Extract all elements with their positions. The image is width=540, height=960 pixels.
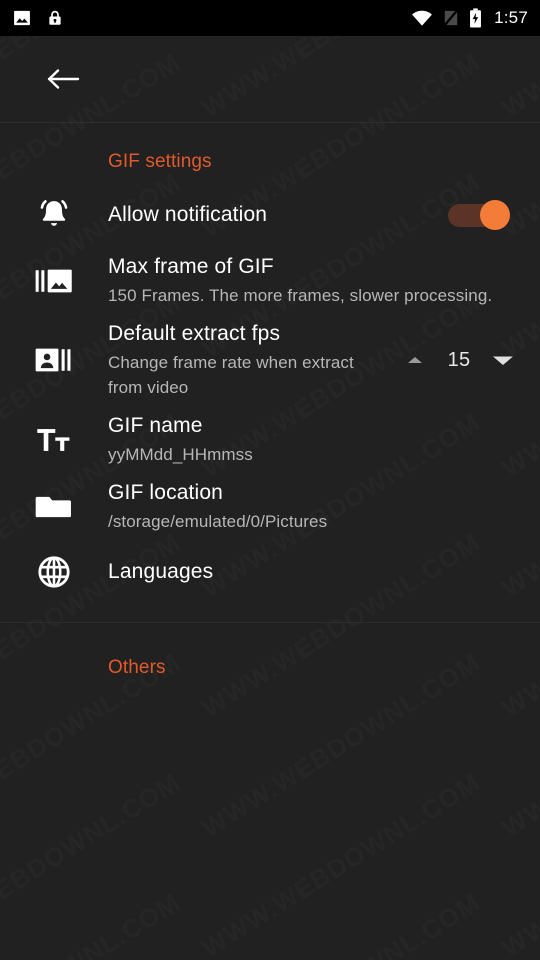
setting-text-block: Languages — [108, 558, 524, 586]
status-bar: 1:57 — [0, 0, 540, 36]
wifi-icon — [411, 9, 433, 27]
status-bar-system-icons: 1:57 — [411, 8, 528, 28]
setting-title: Default extract fps — [108, 322, 281, 345]
battery-charging-icon — [469, 8, 482, 28]
back-arrow-icon — [47, 69, 80, 89]
setting-text-block: GIF name yyMMdd_HHmmss — [108, 412, 524, 467]
setting-row-gif-location[interactable]: GIF location /storage/emulated/0/Picture… — [0, 473, 540, 540]
app-toolbar — [0, 36, 540, 123]
allow-notification-toggle[interactable] — [448, 200, 510, 230]
setting-row-languages[interactable]: Languages — [0, 540, 540, 604]
setting-row-max-frame[interactable]: Max frame of GIF 150 Frames. The more fr… — [0, 247, 540, 314]
section-header-gif-settings: GIF settings — [108, 151, 212, 172]
screenshot-image-icon — [12, 8, 32, 28]
fps-value: 15 — [447, 348, 471, 371]
settings-content: GIF settings Allow notification Max fram… — [0, 123, 540, 689]
text-format-icon — [0, 425, 108, 455]
setting-text-block: Max frame of GIF 150 Frames. The more fr… — [108, 253, 524, 308]
burst-portrait-icon — [0, 345, 108, 375]
globe-language-icon — [0, 555, 108, 589]
screen-lock-icon — [46, 8, 64, 28]
chevron-up-icon — [408, 357, 422, 363]
setting-row-gif-name[interactable]: GIF name yyMMdd_HHmmss — [0, 406, 540, 473]
setting-subtitle: /storage/emulated/0/Pictures — [108, 512, 328, 531]
notifications-bell-icon — [0, 196, 108, 234]
folder-icon — [0, 492, 108, 522]
no-sim-signal-icon — [443, 9, 459, 27]
setting-text-block: GIF location /storage/emulated/0/Picture… — [108, 479, 524, 534]
setting-title: Languages — [108, 560, 214, 583]
setting-subtitle: yyMMdd_HHmmss — [108, 445, 253, 464]
setting-text-block: Allow notification — [108, 201, 448, 229]
burst-photo-icon — [0, 266, 108, 296]
setting-title: Allow notification — [108, 203, 268, 226]
setting-subtitle: 150 Frames. The more frames, slower proc… — [108, 286, 493, 305]
back-button[interactable] — [44, 59, 84, 99]
chevron-down-icon — [493, 356, 513, 365]
section-header-others: Others — [108, 657, 166, 678]
setting-title: GIF location — [108, 481, 224, 504]
status-bar-notifications — [12, 8, 64, 28]
setting-title: Max frame of GIF — [108, 255, 274, 278]
setting-title: GIF name — [108, 414, 203, 437]
setting-text-block: Default extract fps Change frame rate wh… — [108, 320, 394, 400]
settings-screen: WWW.WEBDOWNL.COMWWW.WEBDOWNL.COMWWW.WEBD… — [0, 0, 540, 960]
fps-increase-button[interactable] — [394, 339, 436, 381]
setting-row-default-extract-fps[interactable]: Default extract fps Change frame rate wh… — [0, 314, 540, 406]
setting-subtitle: Change frame rate when extract from vide… — [108, 353, 354, 397]
setting-control: 15 — [394, 339, 524, 381]
fps-decrease-button[interactable] — [482, 339, 524, 381]
setting-row-allow-notification[interactable]: Allow notification — [0, 183, 540, 247]
toggle-thumb — [480, 200, 510, 230]
fps-stepper: 15 — [394, 339, 524, 381]
status-bar-clock: 1:57 — [494, 8, 528, 27]
setting-control — [448, 200, 524, 230]
